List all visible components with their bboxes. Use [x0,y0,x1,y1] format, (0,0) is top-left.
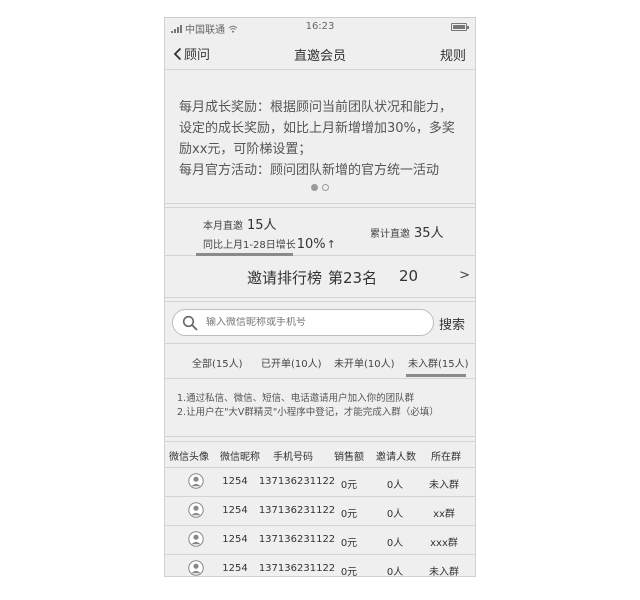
cell-nickname: 1254 [222,534,248,545]
stat-total-label: 累计直邀 [370,229,410,240]
cell-group: xxx群 [430,538,458,549]
avatar-icon [188,560,204,576]
col-invites-header: 邀请人数 [376,452,416,463]
status-time: 16:23 [305,21,335,32]
cell-group: xx群 [433,509,455,520]
active-tab-indicator [406,374,466,377]
cell-group: 未入群 [429,480,459,491]
status-bar: 中国联通 16:23 [165,18,475,36]
battery-icon [451,23,469,31]
rules-button[interactable]: 规则 [440,45,466,64]
cell-sales: 0元 [340,538,358,549]
cell-invites: 0人 [386,567,404,577]
cell-invites: 0人 [386,538,404,549]
col-nickname-header: 微信昵称 [220,452,260,463]
cell-group: 未入群 [429,567,459,577]
table-header-row: 微信头像 微信昵称 手机号码 销售额 邀请人数 所在群 [165,442,475,468]
stat-month: 本月直邀 15人 [203,214,277,233]
avatar-icon [188,502,204,518]
phone-screen: 中国联通 16:23 顾问 直邀会员 规则 每月成长奖励：根据顾问当前团队状况和… [164,17,476,577]
stat-growth-label: 同比上月1-28日增长 [203,240,296,251]
cell-invites: 0人 [386,509,404,520]
stat-total: 累计直邀 35人 [370,222,444,241]
arrow-up-icon: ↑ [326,238,336,251]
tab-ordered[interactable]: 已开单(10人) [261,355,322,370]
avatar-icon [188,473,204,489]
tip-line: 2.让用户在"大V群精灵"小程序中登记，才能完成入群（必填） [177,407,439,418]
tip-line: 1.通过私信、微信、短信、电话邀请用户加入你的团队群 [177,393,415,404]
tab-not-in-group[interactable]: 未入群(15人) [408,355,469,370]
stat-month-label: 本月直邀 [203,221,243,232]
col-sales-header: 销售额 [334,452,364,463]
ranking-label: 邀请排行榜 [247,269,323,287]
search-box[interactable] [172,309,434,336]
invite-tips: 1.通过私信、微信、短信、电话邀请用户加入你的团队群 2.让用户在"大V群精灵"… [165,379,475,437]
banner-line: 设定的成长奖励，如比上月新增增加30%，多奖 [179,121,455,136]
cell-nickname: 1254 [222,505,248,516]
search-row: 搜索 [165,301,475,343]
search-input[interactable] [206,317,406,328]
search-button[interactable]: 搜索 [439,314,465,333]
filter-tabs: 全部(15人) 已开单(10人) 未开单(10人) 未入群(15人) [165,343,475,379]
banner-line: 每月成长奖励：根据顾问当前团队状况和能力， [179,100,453,115]
ranking-text: 邀请排行榜 第23名 [247,267,377,288]
cell-sales: 0元 [340,480,358,491]
ranking-row[interactable]: 邀请排行榜 第23名 20 > [165,256,475,298]
col-phone-header: 手机号码 [273,452,313,463]
banner-line: 励xx元，可阶梯设置； [179,142,312,157]
ranking-position: 第23名 [328,269,378,287]
cell-phone: 137136231122 [258,563,336,574]
cell-sales: 0元 [340,509,358,520]
search-icon [182,315,198,330]
ranking-extra: 20 [399,267,419,285]
tab-all[interactable]: 全部(15人) [192,355,243,370]
table-row[interactable]: 1254 137136231122 0元 0人 未入群 [165,468,475,497]
member-table: 微信头像 微信昵称 手机号码 销售额 邀请人数 所在群 1254 1371362… [165,441,475,577]
cell-nickname: 1254 [222,476,248,487]
carousel-dot-1[interactable] [311,184,318,191]
page-title: 直邀会员 [293,49,346,64]
stat-month-value: 15人 [247,218,277,233]
banner-carousel[interactable]: 每月成长奖励：根据顾问当前团队状况和能力， 设定的成长奖励，如比上月新增增加30… [165,70,475,204]
stat-growth: 同比上月1-28日增长 10% ↑ [203,236,336,252]
table-row[interactable]: 1254 137136231122 0元 0人 xx群 [165,497,475,526]
chevron-right-icon: > [459,268,470,283]
invite-stats: 本月直邀 15人 同比上月1-28日增长 10% ↑ 累计直邀 35人 [165,207,475,256]
table-row[interactable]: 1254 137136231122 0元 0人 未入群 [165,555,475,577]
col-avatar-header: 微信头像 [169,452,209,463]
cell-phone: 137136231122 [258,505,336,516]
stat-total-value: 35人 [414,226,444,241]
banner-line: 每月官方活动：顾问团队新增的官方统一活动 [179,163,440,178]
col-group-header: 所在群 [431,452,461,463]
carousel-dots [165,184,475,191]
table-row[interactable]: 1254 137136231122 0元 0人 xxx群 [165,526,475,555]
stat-growth-value: 10% [296,237,326,252]
cell-invites: 0人 [386,480,404,491]
carousel-dot-2[interactable] [322,184,329,191]
cell-sales: 0元 [340,567,358,577]
cell-phone: 137136231122 [258,476,336,487]
avatar-icon [188,531,204,547]
cell-phone: 137136231122 [258,534,336,545]
nav-bar: 顾问 直邀会员 规则 [165,36,475,70]
cell-nickname: 1254 [222,563,248,574]
tab-not-ordered[interactable]: 未开单(10人) [334,355,395,370]
